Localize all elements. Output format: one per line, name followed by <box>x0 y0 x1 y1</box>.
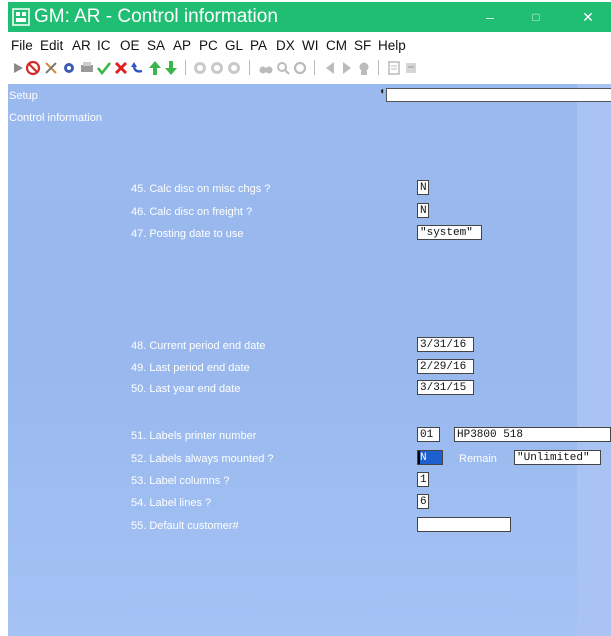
notes-icon[interactable] <box>386 59 402 77</box>
menu-bar: File Edit AR IC OE SA AP PC GL PA DX WI … <box>8 36 611 56</box>
arrow-up-icon[interactable] <box>147 59 163 77</box>
menu-edit[interactable]: Edit <box>40 38 63 53</box>
menu-pa[interactable]: PA <box>250 38 267 53</box>
field-label-columns[interactable]: 1 <box>417 472 429 487</box>
settings-icon[interactable] <box>403 59 419 77</box>
label-current-period-end: 48. Current period end date <box>131 340 266 352</box>
label-label-columns: 53. Label columns ? <box>131 475 230 487</box>
record-last-icon[interactable] <box>226 59 242 77</box>
menu-sa[interactable]: SA <box>147 38 165 53</box>
window-title: GM: AR - Control information <box>34 6 278 27</box>
field-labels-mounted-value: N <box>420 452 427 464</box>
check-icon[interactable] <box>96 59 112 77</box>
app-window: GM: AR - Control information – □ ✕ File … <box>8 2 611 636</box>
field-label-lines[interactable]: 6 <box>417 494 429 509</box>
field-labels-mounted[interactable]: N <box>417 450 443 465</box>
menu-wi[interactable]: WI <box>302 38 319 53</box>
menu-sf[interactable]: SF <box>354 38 371 53</box>
label-labels-printer: 51. Labels printer number <box>131 430 257 442</box>
label-last-period-end: 49. Last period end date <box>131 362 250 374</box>
page-title: Control information <box>9 112 102 124</box>
label-default-customer: 55. Default customer# <box>131 520 239 532</box>
top-input-field[interactable] <box>386 88 611 102</box>
field-printer-name: HP3800 518 <box>454 427 611 442</box>
refresh-icon[interactable] <box>292 59 308 77</box>
label-calc-disc-misc: 45. Calc disc on misc chgs ? <box>131 183 271 195</box>
menu-ar[interactable]: AR <box>72 38 91 53</box>
printer-icon[interactable] <box>79 59 95 77</box>
label-label-lines: 54. Label lines ? <box>131 497 212 509</box>
search-icon[interactable] <box>356 59 372 77</box>
stop-icon[interactable] <box>25 59 41 77</box>
menu-ap[interactable]: AP <box>173 38 191 53</box>
close-button[interactable]: ✕ <box>565 2 611 32</box>
next-icon[interactable] <box>339 59 355 77</box>
tools-icon[interactable] <box>43 59 59 77</box>
cancel-icon[interactable] <box>113 59 129 77</box>
app-icon <box>12 8 30 26</box>
label-labels-mounted: 52. Labels always mounted ? <box>131 453 274 465</box>
toolbar <box>8 57 611 79</box>
field-default-customer[interactable] <box>417 517 511 532</box>
menu-gl[interactable]: GL <box>225 38 243 53</box>
gear-icon[interactable] <box>61 59 77 77</box>
field-calc-disc-misc[interactable]: N <box>417 180 429 195</box>
menu-ic[interactable]: IC <box>97 38 111 53</box>
arrow-down-icon[interactable] <box>163 59 179 77</box>
breadcrumb-setup: Setup <box>9 90 38 102</box>
form-area: Setup Control information ◖ 45. Calc dis… <box>8 84 611 636</box>
field-posting-date[interactable]: "system" <box>417 225 482 240</box>
field-labels-printer[interactable]: 01 <box>417 427 440 442</box>
toolbar-separator <box>185 60 186 75</box>
field-calc-disc-freight[interactable]: N <box>417 203 429 218</box>
toolbar-separator <box>249 60 250 75</box>
label-calc-disc-freight: 46. Calc disc on freight ? <box>131 206 253 218</box>
field-current-period-end[interactable]: 3/31/16 <box>417 337 474 352</box>
text-cursor <box>418 451 420 464</box>
menu-help[interactable]: Help <box>378 38 406 53</box>
menu-file[interactable]: File <box>11 38 33 53</box>
menu-oe[interactable]: OE <box>120 38 140 53</box>
record-middle-icon[interactable] <box>209 59 225 77</box>
field-last-year-end[interactable]: 3/31/15 <box>417 380 474 395</box>
undo-icon[interactable] <box>130 59 146 77</box>
field-remain: "Unlimited" <box>514 450 601 465</box>
record-first-icon[interactable] <box>192 59 208 77</box>
label-remain: Remain <box>459 453 497 465</box>
form-right-strip <box>577 84 611 636</box>
toolbar-separator <box>314 60 315 75</box>
label-last-year-end: 50. Last year end date <box>131 383 241 395</box>
field-last-period-end[interactable]: 2/29/16 <box>417 359 474 374</box>
menu-cm[interactable]: CM <box>326 38 347 53</box>
maximize-button[interactable]: □ <box>513 2 559 32</box>
menu-dx[interactable]: DX <box>276 38 295 53</box>
label-posting-date: 47. Posting date to use <box>131 228 244 240</box>
minimize-button[interactable]: – <box>467 2 513 32</box>
previous-icon[interactable] <box>322 59 338 77</box>
binoculars-icon[interactable] <box>258 59 274 77</box>
toolbar-separator <box>378 60 379 75</box>
title-bar[interactable]: GM: AR - Control information – □ ✕ <box>8 2 611 32</box>
zoom-icon[interactable] <box>275 59 291 77</box>
menu-pc[interactable]: PC <box>199 38 218 53</box>
